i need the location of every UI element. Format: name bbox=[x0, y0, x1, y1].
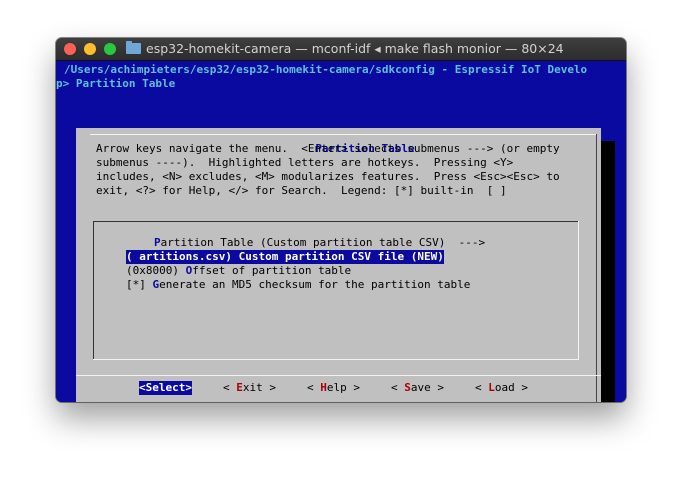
load-button[interactable]: < Load > bbox=[475, 381, 528, 395]
menu-item-prefix: [*] bbox=[126, 278, 153, 291]
minimize-button[interactable] bbox=[84, 43, 96, 55]
button-label: elect bbox=[152, 381, 186, 394]
menu-item-prefix: ( bbox=[126, 250, 133, 263]
folder-icon bbox=[126, 41, 141, 54]
dialog-border-right bbox=[596, 134, 597, 402]
button-bracket: > bbox=[185, 381, 192, 394]
menu-border-right bbox=[578, 221, 579, 360]
window-title: esp32-homekit-camera — mconf-idf ◂ make … bbox=[146, 41, 564, 56]
menu-item-offset[interactable]: (0x8000) Offset of partition table bbox=[126, 264, 351, 278]
exit-button[interactable]: < Exit > bbox=[223, 381, 276, 395]
config-path: /Users/achimpieters/esp32/esp32-homekit-… bbox=[64, 63, 588, 76]
menu-item-prefix: (0x8000) bbox=[126, 264, 186, 277]
help-line: includes, <N> excludes, <M> modularizes … bbox=[96, 170, 560, 183]
button-bracket: < bbox=[391, 381, 405, 394]
button-bracket: < bbox=[223, 381, 237, 394]
button-hotkey: S bbox=[404, 381, 411, 394]
button-bracket: > bbox=[346, 381, 360, 394]
help-line: exit, <?> for Help, </> for Search. Lege… bbox=[96, 184, 507, 197]
menu-item-label: artitions.csv) Custom partition CSV file… bbox=[139, 250, 444, 263]
zoom-button[interactable] bbox=[104, 43, 116, 55]
menu-item-hotkey: P bbox=[154, 236, 161, 249]
menu-item-label: enerate an MD5 checksum for the partitio… bbox=[159, 278, 471, 291]
button-bracket: > bbox=[430, 381, 444, 394]
button-bracket: > bbox=[262, 381, 276, 394]
menu-border-left bbox=[93, 221, 94, 360]
menu-item-partition-table[interactable]: Partition Table (Custom partition table … bbox=[154, 236, 485, 250]
button-hotkey: E bbox=[236, 381, 243, 394]
button-bracket: > bbox=[514, 381, 528, 394]
close-button[interactable] bbox=[64, 43, 76, 55]
button-bracket: < bbox=[307, 381, 321, 394]
button-bracket: < bbox=[475, 381, 489, 394]
button-label: elp bbox=[326, 381, 347, 394]
menuconfig-dialog: Partition Table Arrow keys navigate the … bbox=[76, 128, 601, 402]
title-bar[interactable]: esp32-homekit-camera — mconf-idf ◂ make … bbox=[56, 38, 626, 61]
button-label: xit bbox=[242, 381, 263, 394]
menu-item-label-part: ustom partition CSV file (NEW) bbox=[245, 250, 444, 263]
select-button[interactable]: <Select> bbox=[139, 381, 192, 395]
menu-item-label: ffset of partition table bbox=[192, 264, 352, 277]
menu-item-md5-checksum[interactable]: [*] Generate an MD5 checksum for the par… bbox=[126, 278, 470, 292]
save-button[interactable]: < Save > bbox=[391, 381, 444, 395]
menu-item-label-part: artitions.csv) bbox=[139, 250, 239, 263]
help-button[interactable]: < Help > bbox=[307, 381, 360, 395]
button-hotkey: L bbox=[488, 381, 495, 394]
menu-item-label: artition Table (Custom partition table C… bbox=[160, 236, 486, 249]
button-hotkey: H bbox=[320, 381, 327, 394]
menu-border-bottom bbox=[93, 359, 579, 360]
menu-border-top bbox=[93, 221, 579, 222]
button-separator bbox=[76, 375, 601, 376]
button-label: oad bbox=[494, 381, 515, 394]
button-label: ave bbox=[410, 381, 431, 394]
help-line: Arrow keys navigate the menu. <Enter> se… bbox=[96, 142, 560, 155]
breadcrumb: p> Partition Table bbox=[56, 77, 176, 90]
help-line: submenus ----). Highlighted letters are … bbox=[96, 156, 514, 169]
terminal-window: esp32-homekit-camera — mconf-idf ◂ make … bbox=[56, 38, 626, 402]
terminal-screen[interactable]: /Users/achimpieters/esp32/esp32-homekit-… bbox=[56, 61, 626, 402]
button-bracket: < bbox=[139, 381, 146, 394]
menu-item-custom-partition-csv[interactable]: ( artitions.csv) Custom partition CSV fi… bbox=[126, 250, 444, 264]
